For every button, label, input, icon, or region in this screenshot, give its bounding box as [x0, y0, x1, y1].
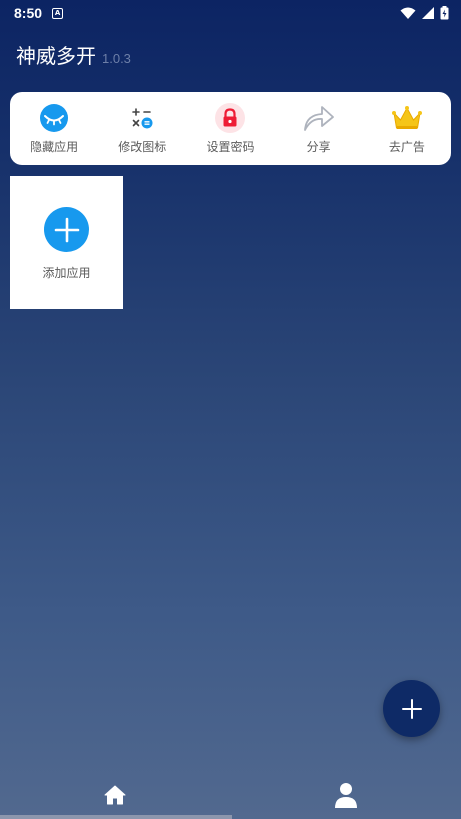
app-notification-icon: A	[52, 7, 64, 19]
fab-add-button[interactable]	[383, 680, 440, 737]
nav-home[interactable]	[0, 770, 231, 819]
status-icons	[400, 6, 449, 20]
set-password-button[interactable]: 设置密码	[186, 92, 274, 155]
remove-ads-label: 去广告	[388, 140, 425, 154]
set-password-label: 设置密码	[206, 140, 255, 154]
hide-apps-label: 隐藏应用	[30, 140, 79, 154]
remove-ads-button[interactable]: 去广告	[363, 92, 451, 155]
plus-icon	[44, 207, 89, 252]
crown-icon	[391, 102, 423, 134]
change-icon-label: 修改图标	[118, 140, 167, 154]
status-time: 8:50	[14, 5, 43, 21]
profile-icon	[334, 782, 357, 808]
hide-eye-icon	[38, 102, 70, 134]
battery-charging-icon	[440, 6, 449, 20]
nav-profile[interactable]	[231, 770, 461, 819]
app-name: 神威多开	[16, 44, 96, 68]
app-title: 神威多开 1.0.3	[16, 40, 131, 69]
change-icon-button[interactable]: 修改图标	[98, 92, 186, 155]
app-version: 1.0.3	[102, 51, 131, 66]
share-arrow-icon	[303, 102, 335, 134]
cell-signal-icon	[422, 7, 434, 19]
lock-icon	[214, 102, 246, 134]
wifi-icon	[400, 7, 416, 19]
home-icon	[104, 785, 126, 804]
toolbar-card: 隐藏应用 修改图标 设置密码 分享 去广告	[10, 92, 451, 165]
hide-apps-button[interactable]: 隐藏应用	[10, 92, 98, 155]
add-app-card[interactable]: 添加应用	[10, 176, 123, 309]
add-app-label: 添加应用	[42, 266, 91, 280]
calculator-icon	[126, 102, 158, 134]
nav-selected-indicator	[0, 815, 232, 819]
bottom-nav	[0, 770, 461, 819]
status-bar: 8:50 A	[0, 0, 461, 26]
plus-icon	[401, 698, 422, 719]
share-label: 分享	[306, 140, 331, 154]
share-button[interactable]: 分享	[275, 92, 363, 155]
